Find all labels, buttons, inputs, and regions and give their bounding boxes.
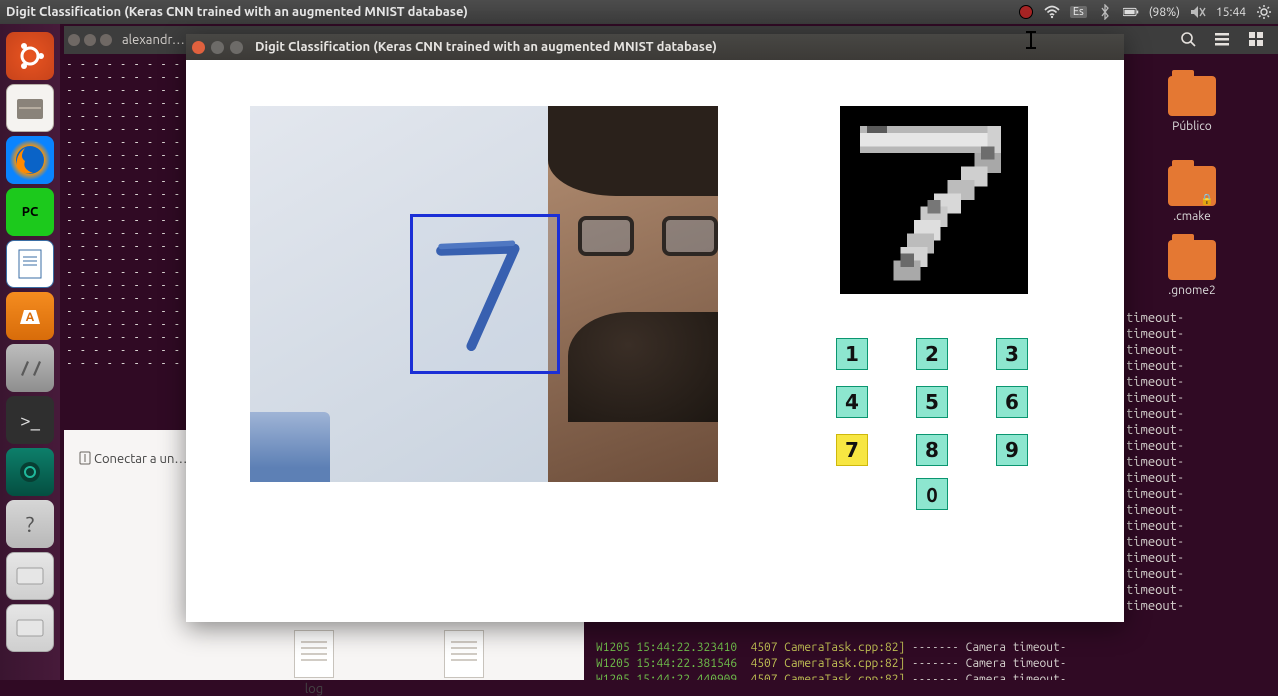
app-title: Digit Classification (Keras CNN trained … [255,40,717,54]
log-line: timeout- [1126,582,1274,598]
log-line: timeout- [1126,342,1274,358]
keyboard-layout-indicator[interactable]: Es [1070,6,1087,18]
volume-icon[interactable] [1190,4,1206,20]
glass-object [250,412,330,482]
wifi-icon[interactable] [1044,4,1060,20]
settings-icon[interactable] [6,344,54,392]
folder-label: .cmake [1168,210,1216,223]
log-line: timeout- [1126,326,1274,342]
key-7[interactable]: 7 [836,434,868,466]
search-icon[interactable] [1180,31,1196,50]
log-line: timeout- [1126,422,1274,438]
bluetooth-icon[interactable] [1097,4,1113,20]
key-1[interactable]: 1 [836,338,868,370]
log-line: timeout- [1126,502,1274,518]
digit-classifier-window: Digit Classification (Keras CNN trained … [186,34,1124,622]
gear-icon[interactable] [1256,4,1272,20]
text-cursor-icon [1022,30,1040,54]
folder-label: Público [1168,120,1216,133]
help-icon[interactable]: ? [6,500,54,548]
log-line: timeout- [1126,534,1274,550]
log-line: timeout- [1126,518,1274,534]
nautilus-path: alexandr… [122,33,185,47]
grid-view-icon[interactable] [1248,31,1264,50]
key-0[interactable]: 0 [916,478,948,510]
log-line: timeout- [1126,390,1274,406]
desktop-folder-publico[interactable]: Público [1168,76,1216,133]
connect-icon[interactable] [77,450,93,469]
key-3[interactable]: 3 [996,338,1028,370]
log-line: timeout- [1126,406,1274,422]
disk-icon-2[interactable] [6,604,54,652]
digit-pad: 1 2 3 4 5 6 7 8 9 [836,338,1056,476]
handwritten-seven [423,227,537,357]
file-item-log[interactable]: log [294,630,334,696]
file-label: log [294,682,334,696]
app-titlebar[interactable]: Digit Classification (Keras CNN trained … [186,34,1124,60]
unity-launcher: PC A >_ ? [0,24,60,680]
camera-app-icon[interactable] [6,448,54,496]
log-line: timeout- [1126,598,1274,614]
battery-icon[interactable] [1123,4,1139,20]
pycharm-icon[interactable]: PC [6,188,54,236]
folder-label: .gnome2 [1168,284,1216,297]
clock: 15:44 [1216,6,1246,19]
face [548,106,718,482]
digit-pad-zero-row: 0 [916,478,948,510]
log-line: timeout- [1126,438,1274,454]
top-menubar: Digit Classification (Keras CNN trained … [0,0,1278,24]
svg-text:A: A [26,311,35,324]
minimize-icon[interactable] [211,41,224,54]
log-line: timeout- [1126,486,1274,502]
list-view-icon[interactable] [1214,31,1230,50]
battery-percent: (98%) [1149,6,1180,19]
log-line: timeout- [1126,470,1274,486]
log-line: timeout- [1126,358,1274,374]
log-line: timeout- [1126,310,1274,326]
ubuntu-software-icon[interactable]: A [6,292,54,340]
file-item-2[interactable] [444,630,484,678]
desktop-folder-gnome2[interactable]: .gnome2 [1168,240,1216,297]
key-2[interactable]: 2 [916,338,948,370]
terminal-camera-log: W1205 15:44:22.323410 4507 CameraTask.cp… [590,622,1278,680]
window-controls[interactable] [68,34,112,46]
libreoffice-writer-icon[interactable] [6,240,54,288]
key-8[interactable]: 8 [916,434,948,466]
window-title: Digit Classification (Keras CNN trained … [6,5,468,19]
log-line: timeout- [1126,454,1274,470]
close-icon[interactable] [192,41,205,54]
log-line: timeout- [1126,550,1274,566]
key-5[interactable]: 5 [916,386,948,418]
log-line: timeout- [1126,566,1274,582]
disk-icon[interactable] [6,552,54,600]
maximize-icon[interactable] [230,41,243,54]
key-6[interactable]: 6 [996,386,1028,418]
system-indicators: Es (98%) 15:44 [1018,4,1272,20]
firefox-icon[interactable] [6,136,54,184]
log-line: timeout- [1126,374,1274,390]
camera-feed [250,106,718,482]
mnist-preview [840,106,1028,294]
key-9[interactable]: 9 [996,434,1028,466]
connect-label[interactable]: Conectar a un… [94,452,187,466]
terminal-icon[interactable]: >_ [6,396,54,444]
desktop-folder-cmake[interactable]: .cmake [1168,166,1216,223]
record-icon[interactable] [1018,4,1034,20]
files-icon[interactable] [6,84,54,132]
key-4[interactable]: 4 [836,386,868,418]
roi-box [410,214,560,374]
dash-icon[interactable] [6,32,54,80]
